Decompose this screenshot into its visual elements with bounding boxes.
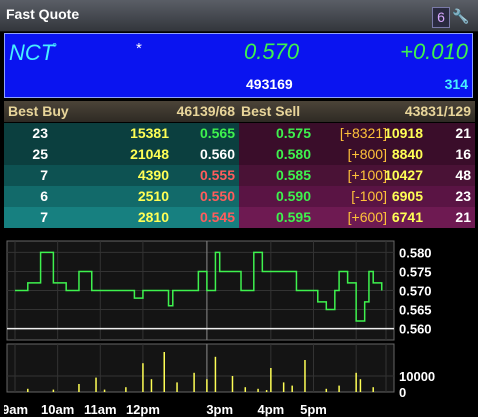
bid-quantity: 2810 [137, 209, 169, 225]
ask-order-count: 48 [455, 167, 471, 183]
fast-quote-window: Fast Quote 6 🔧 NCT ° * 0.570 +0.010 4931… [0, 0, 478, 417]
time-tick-label: 10am [41, 402, 74, 417]
volume: 493169 [246, 76, 293, 92]
order-book-header: Best Buy 46139/68 Best Sell 43831/129 [4, 101, 475, 122]
best-sell-label: Best Sell [241, 103, 301, 119]
bid-order-count: 7 [40, 167, 48, 183]
ask-order-count: 21 [455, 209, 471, 225]
ask-price: 0.595 [275, 209, 311, 225]
ask-price: 0.585 [275, 167, 311, 183]
ask-price: 0.580 [275, 146, 311, 162]
price-tick-label: 0.575 [399, 264, 432, 279]
time-tick-label: 9am [4, 402, 28, 417]
volume-tick-label: 0 [399, 385, 406, 400]
bid-price: 0.545 [199, 209, 235, 225]
ask-price: 0.590 [275, 188, 311, 204]
price-tick-label: 0.565 [399, 303, 432, 318]
order-book-row[interactable]: 23 15381 0.565 0.575 [+8321] 10918 21 [4, 123, 475, 144]
time-tick-label: 3pm [206, 402, 233, 417]
flag-marker: * [136, 40, 142, 57]
symbol-mark: ° [52, 40, 58, 55]
bid-quantity: 21048 [130, 146, 169, 162]
ask-quantity-change: [+600] [347, 209, 387, 225]
order-book-row[interactable]: 7 2810 0.545 0.595 [+600] 6741 21 [4, 207, 475, 228]
bid-quantity: 4390 [137, 167, 169, 183]
time-tick-label: 4pm [257, 402, 284, 417]
price-change: +0.010 [400, 39, 468, 64]
group-badge[interactable]: 6 [432, 7, 450, 28]
intraday-chart: 0.580 0.575 0.570 0.565 0.560 100000 9am 10am 11… [4, 240, 435, 417]
ask-price: 0.575 [275, 125, 311, 141]
order-book-row[interactable]: 25 21048 0.560 0.580 [+800] 8840 16 [4, 144, 475, 165]
title-bar: Fast Quote 6 🔧 [0, 0, 478, 32]
best-buy-total: 46139/68 [176, 103, 235, 119]
volume-panel [6, 343, 395, 393]
ask-quantity: 10918 [384, 125, 423, 141]
bid-price: 0.555 [199, 167, 235, 183]
bid-order-count: 25 [32, 146, 48, 162]
ask-order-count: 23 [455, 188, 471, 204]
time-tick-label: 12pm [126, 402, 160, 417]
ask-order-count: 21 [455, 125, 471, 141]
ask-quantity: 8840 [391, 146, 423, 162]
time-tick-label: 5pm [300, 402, 327, 417]
price-tick-label: 0.560 [399, 322, 432, 337]
price-tick-label: 0.570 [399, 284, 432, 299]
trade-count: 314 [444, 76, 468, 92]
last-price: 0.570 [244, 39, 300, 64]
bid-price: 0.550 [199, 188, 235, 204]
best-buy-label: Best Buy [8, 103, 69, 119]
bid-order-count: 7 [40, 209, 48, 225]
wrench-icon[interactable]: 🔧 [452, 7, 470, 26]
bid-price: 0.560 [199, 146, 235, 162]
order-book-row[interactable]: 6 2510 0.550 0.590 [-100] 6905 23 [4, 186, 475, 207]
bid-quantity: 2510 [137, 188, 169, 204]
volume-tick-label: 10000 [399, 369, 435, 384]
ask-quantity-change: [+100] [347, 167, 387, 183]
ask-quantity: 10427 [384, 167, 423, 183]
symbol[interactable]: NCT [9, 40, 54, 66]
bid-order-count: 6 [40, 188, 48, 204]
ask-quantity-change: [+800] [347, 146, 387, 162]
bid-price: 0.565 [199, 125, 235, 141]
time-tick-label: 11am [84, 402, 117, 417]
bid-quantity: 15381 [130, 125, 169, 141]
price-tick-label: 0.580 [399, 245, 432, 260]
best-sell-total: 43831/129 [404, 103, 471, 119]
ask-quantity: 6741 [391, 209, 423, 225]
bid-order-count: 23 [32, 125, 48, 141]
ask-quantity: 6905 [391, 188, 423, 204]
quote-header: NCT ° * 0.570 +0.010 493169 314 [4, 33, 473, 98]
window-title: Fast Quote [6, 6, 80, 22]
ask-quantity-change: [-100] [351, 188, 387, 204]
ask-quantity-change: [+8321] [339, 125, 387, 141]
ask-order-count: 16 [455, 146, 471, 162]
order-book-row[interactable]: 7 4390 0.555 0.585 [+100] 10427 48 [4, 165, 475, 186]
